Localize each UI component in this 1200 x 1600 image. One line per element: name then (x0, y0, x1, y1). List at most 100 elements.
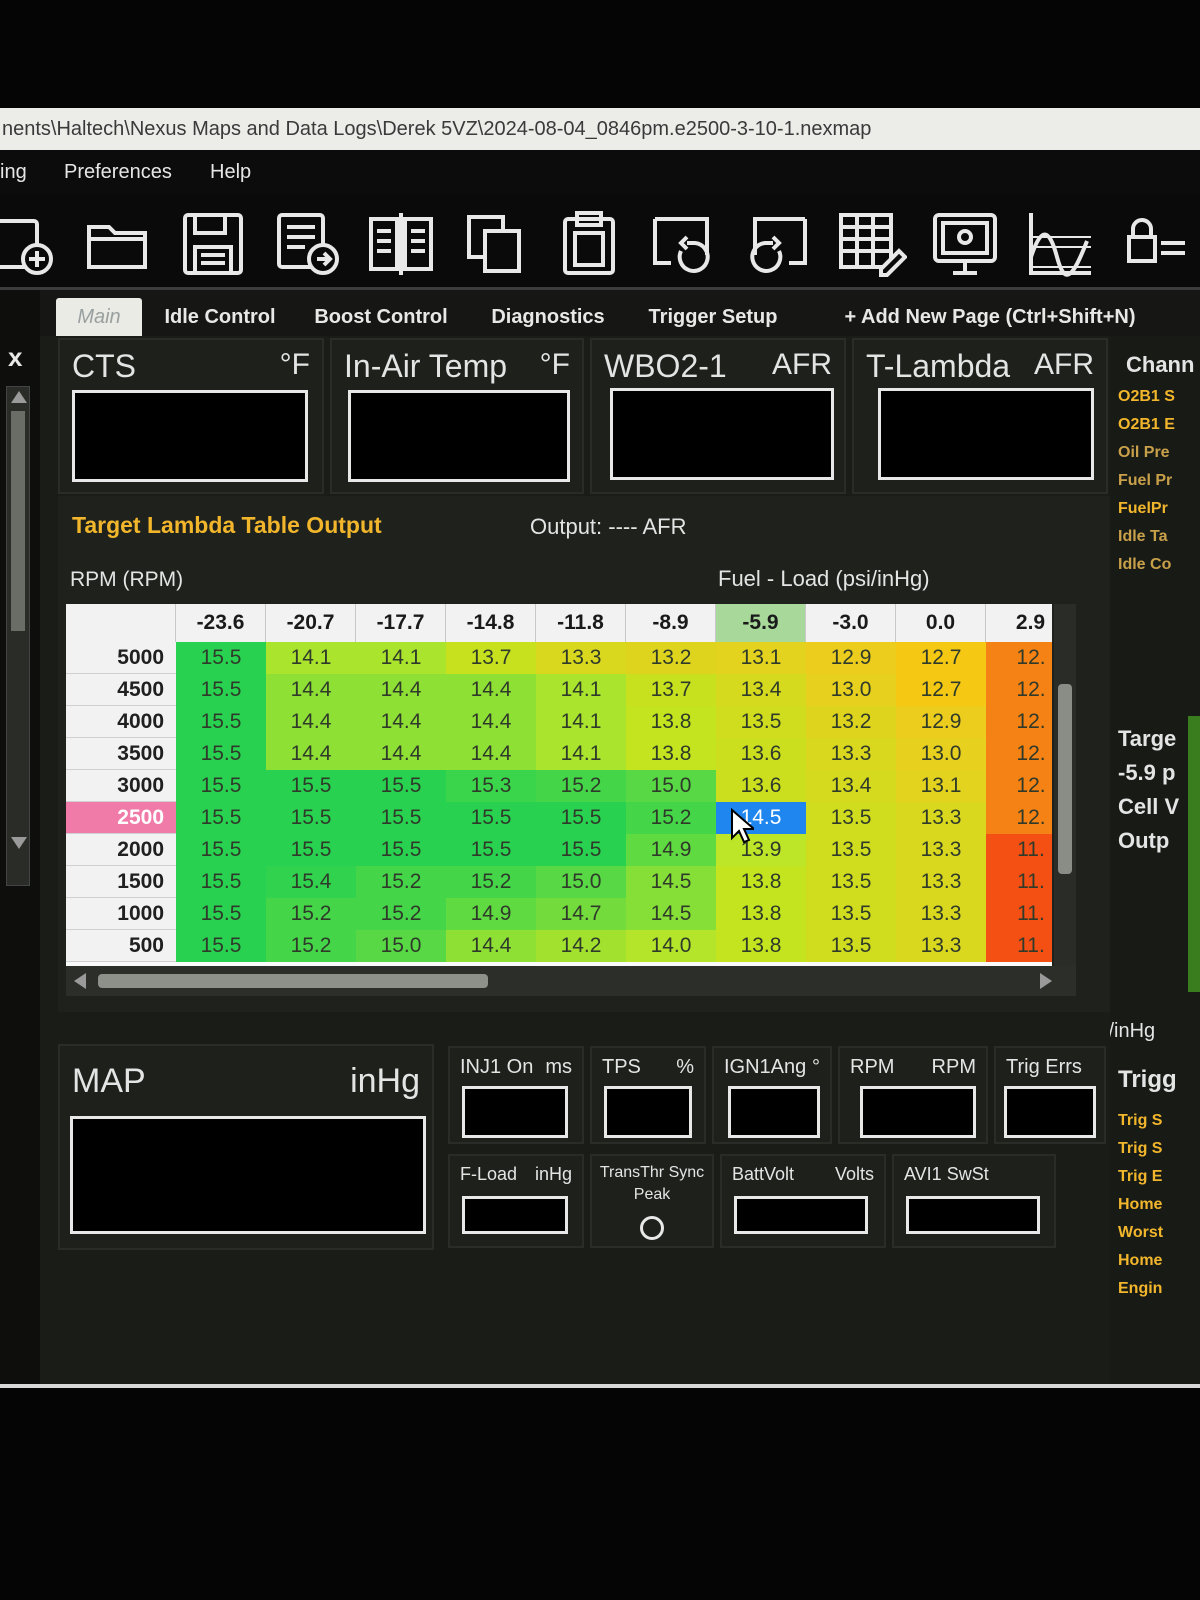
map-cell[interactable]: 15.5 (356, 770, 446, 802)
map-cell[interactable]: 14.4 (356, 738, 446, 770)
map-cell[interactable]: 14.1 (356, 642, 446, 674)
map-cell[interactable]: 14.1 (536, 738, 626, 770)
map-cell[interactable]: 13.2 (806, 706, 896, 738)
map-cell[interactable]: 12. (986, 642, 1052, 674)
map-cell[interactable]: 15.5 (176, 770, 266, 802)
map-cell[interactable]: 13.2 (626, 642, 716, 674)
left-scrollbar[interactable] (6, 386, 30, 886)
channel-item[interactable]: Idle Ta (1118, 528, 1168, 546)
map-column-header[interactable]: -5.9 (716, 604, 806, 642)
channel-item[interactable]: FuelPr (1118, 500, 1168, 518)
graph-icon[interactable] (1022, 204, 1096, 282)
scroll-right-icon[interactable] (1040, 973, 1052, 989)
map-cell[interactable]: 15.2 (356, 898, 446, 930)
tab-boost-control[interactable]: Boost Control (306, 298, 456, 336)
map-cell[interactable]: 15.2 (356, 866, 446, 898)
map-cell[interactable]: 11. (986, 898, 1052, 930)
scroll-left-icon[interactable] (74, 973, 86, 989)
map-cell[interactable]: 15.5 (176, 834, 266, 866)
trigger-item[interactable]: Trig S (1118, 1112, 1162, 1130)
map-cell[interactable]: 14.0 (626, 930, 716, 962)
clipboard-icon[interactable] (552, 204, 626, 282)
map-cell[interactable]: 14.4 (446, 706, 536, 738)
map-cell[interactable]: 13.7 (626, 674, 716, 706)
map-cell[interactable]: 15.5 (176, 642, 266, 674)
map-cell[interactable]: 15.5 (266, 770, 356, 802)
map-cell[interactable]: 12.9 (806, 642, 896, 674)
tab-diagnostics[interactable]: Diagnostics (480, 298, 616, 336)
menu-item-help[interactable]: Help (210, 150, 251, 194)
save-icon[interactable] (176, 204, 250, 282)
tab-add-new-page[interactable]: + Add New Page (Ctrl+Shift+N) (830, 298, 1150, 336)
map-cell[interactable]: 12. (986, 706, 1052, 738)
new-map-icon[interactable] (0, 204, 62, 282)
map-cell[interactable]: 13.5 (806, 802, 896, 834)
map-cell[interactable]: 15.5 (176, 674, 266, 706)
map-cell[interactable]: 14.4 (356, 674, 446, 706)
map-cell[interactable]: 13.4 (806, 770, 896, 802)
map-cell[interactable]: 15.5 (266, 802, 356, 834)
scroll-up-icon[interactable] (11, 391, 27, 403)
map-cell[interactable]: 12. (986, 770, 1052, 802)
ecu-connect-icon[interactable] (928, 204, 1002, 282)
map-column-header[interactable]: -14.8 (446, 604, 536, 642)
map-cell[interactable]: 15.5 (176, 866, 266, 898)
map-cell[interactable]: 13.6 (716, 770, 806, 802)
map-cell[interactable]: 14.5 (626, 866, 716, 898)
map-column-header[interactable]: -23.6 (176, 604, 266, 642)
left-scroll-thumb[interactable] (11, 411, 25, 631)
map-cell[interactable]: 15.5 (266, 834, 356, 866)
map-cell[interactable]: 13.8 (716, 930, 806, 962)
map-vertical-scroll-thumb[interactable] (1058, 684, 1072, 874)
map-cell[interactable]: 13.3 (536, 642, 626, 674)
map-cell[interactable]: 13.3 (806, 738, 896, 770)
tab-idle-control[interactable]: Idle Control (152, 298, 288, 336)
map-cell[interactable]: 14.9 (626, 834, 716, 866)
map-column-header[interactable]: 2.9 (986, 604, 1052, 642)
map-row-header[interactable]: 2500 (66, 802, 176, 834)
map-column-header[interactable]: 0.0 (896, 604, 986, 642)
map-cell[interactable]: 13.8 (716, 898, 806, 930)
map-cell[interactable]: 13.3 (896, 898, 986, 930)
map-cell[interactable]: 12. (986, 738, 1052, 770)
trigger-item[interactable]: Engin (1118, 1280, 1162, 1298)
map-cell[interactable]: 13.3 (896, 930, 986, 962)
map-cell[interactable]: 11. (986, 866, 1052, 898)
map-row-header[interactable]: 500 (66, 930, 176, 962)
map-cell[interactable]: 15.5 (446, 802, 536, 834)
map-cell[interactable]: 13.4 (716, 674, 806, 706)
map-cell[interactable]: 13.3 (896, 802, 986, 834)
map-cell[interactable]: 14.1 (536, 674, 626, 706)
map-row-header[interactable]: 1000 (66, 898, 176, 930)
map-cell[interactable]: 13.8 (716, 866, 806, 898)
map-cell[interactable]: 15.5 (176, 930, 266, 962)
channel-item[interactable]: Fuel Pr (1118, 472, 1172, 490)
map-cell[interactable]: 13.1 (716, 642, 806, 674)
trigger-item[interactable]: Home (1118, 1252, 1162, 1270)
map-column-header[interactable]: -3.0 (806, 604, 896, 642)
close-icon[interactable]: x (8, 342, 22, 373)
map-cell[interactable]: 12. (986, 674, 1052, 706)
map-cell[interactable]: 14.1 (266, 642, 356, 674)
map-column-header[interactable]: -11.8 (536, 604, 626, 642)
map-row-header[interactable]: 3500 (66, 738, 176, 770)
map-cell[interactable]: 13.0 (806, 674, 896, 706)
map-cell[interactable]: 14.9 (446, 898, 536, 930)
map-column-header[interactable]: -17.7 (356, 604, 446, 642)
trigger-item[interactable]: Worst (1118, 1224, 1163, 1242)
map-row-header[interactable]: 3000 (66, 770, 176, 802)
map-cell[interactable]: 13.6 (716, 738, 806, 770)
table-edit-icon[interactable] (834, 204, 908, 282)
copy-icon[interactable] (458, 204, 532, 282)
map-cell[interactable]: 15.0 (536, 866, 626, 898)
map-cell[interactable]: 15.4 (266, 866, 356, 898)
map-cell[interactable]: 13.1 (896, 770, 986, 802)
map-horizontal-scroll-thumb[interactable] (98, 974, 488, 988)
trigger-item[interactable]: Trig E (1118, 1168, 1162, 1186)
map-row-header[interactable]: 4000 (66, 706, 176, 738)
map-row-header[interactable]: 1500 (66, 866, 176, 898)
map-cell[interactable]: 13.8 (626, 706, 716, 738)
map-cell[interactable]: 15.5 (356, 834, 446, 866)
map-cell[interactable]: 15.0 (356, 930, 446, 962)
map-cell[interactable]: 15.5 (176, 706, 266, 738)
